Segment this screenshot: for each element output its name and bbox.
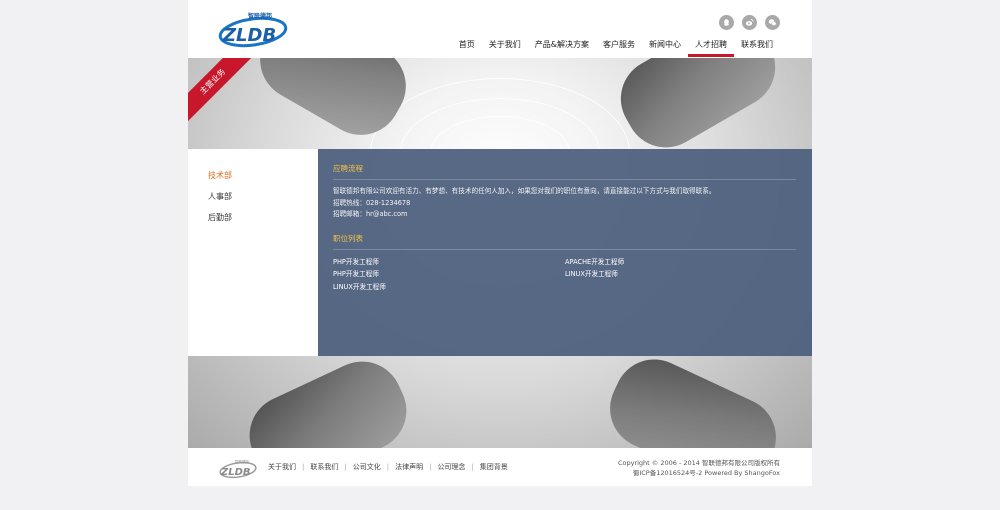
- footer-separator: |: [429, 463, 432, 471]
- department-sidebar: 技术部 人事部 后勤部: [188, 149, 318, 356]
- nav-contact[interactable]: 联系我们: [734, 38, 780, 58]
- email-text: 招聘邮箱：hr@abc.com: [333, 210, 408, 218]
- svg-text:ZLDB: ZLDB: [220, 467, 251, 478]
- weibo-icon[interactable]: [742, 15, 757, 30]
- footer-link-group[interactable]: 集团背景: [480, 462, 508, 472]
- footer-link-contact[interactable]: 联系我们: [310, 462, 338, 472]
- footer-link-culture[interactable]: 公司文化: [353, 462, 381, 472]
- footer-link-about[interactable]: 关于我们: [268, 462, 296, 472]
- job-link[interactable]: PHP开发工程师: [333, 256, 565, 269]
- sidebar-item-hr[interactable]: 人事部: [188, 190, 318, 211]
- icp-line: 蜀ICP备12016524号-2 Powered By ShangoFox: [632, 469, 780, 477]
- footer-separator: |: [471, 463, 474, 471]
- jobs-heading: 职位列表: [333, 233, 796, 250]
- footer-separator: |: [386, 463, 390, 471]
- nav-news[interactable]: 新闻中心: [642, 38, 688, 58]
- nav-home[interactable]: 首页: [452, 38, 482, 58]
- social-links: [719, 15, 780, 30]
- job-link[interactable]: LINUX开发工程师: [565, 268, 797, 281]
- footer-separator: |: [344, 463, 347, 471]
- svg-text:ZLDB: ZLDB: [222, 25, 276, 46]
- site-footer: ZLDB 智联德邦 关于我们 | 联系我们 | 公司文化 | 法律声明 | 公司…: [188, 448, 812, 486]
- footer-link-philosophy[interactable]: 公司理念: [437, 462, 465, 472]
- wechat-icon[interactable]: [765, 15, 780, 30]
- nav-about[interactable]: 关于我们: [482, 38, 528, 58]
- svg-text:智联德邦: 智联德邦: [248, 12, 272, 20]
- corner-ribbon[interactable]: 主营业务: [188, 58, 267, 136]
- nav-products[interactable]: 产品&解决方案: [528, 38, 596, 58]
- hand-image-bottom-right: [596, 346, 790, 448]
- job-list: PHP开发工程师 APACHE开发工程师 PHP开发工程师 LINUX开发工程师…: [333, 256, 796, 294]
- footer-links: 关于我们 | 联系我们 | 公司文化 | 法律声明 | 公司理念 | 集团背景: [268, 462, 508, 472]
- copyright-line: Copyright © 2006 - 2014 智联德邦有限公司版权所有: [617, 459, 780, 467]
- intro-text: 智联德邦有限公司欢迎有活力、有梦想、有技术的任何人加入，如果您对我们的职位有意向…: [333, 187, 716, 195]
- footer-logo[interactable]: ZLDB 智联德邦: [218, 457, 258, 479]
- main-nav: 首页 关于我们 产品&解决方案 客户服务 新闻中心 人才招聘 联系我们: [452, 38, 780, 58]
- nav-service[interactable]: 客户服务: [596, 38, 642, 58]
- hotline-text: 招聘热线：028-1234678: [333, 198, 411, 207]
- hand-image-bottom-left: [236, 348, 420, 448]
- site-header: ZLDB 智联德邦 首页 关于我们 产品&解决方案 客户服务 新闻中心 人才招聘…: [188, 0, 812, 58]
- job-link[interactable]: LINUX开发工程师: [333, 281, 565, 294]
- recruitment-info: 智联德邦有限公司欢迎有活力、有梦想、有技术的任何人加入，如果您对我们的职位有意向…: [333, 186, 796, 221]
- qq-icon[interactable]: [719, 15, 734, 30]
- nav-careers[interactable]: 人才招聘: [688, 38, 734, 58]
- process-heading: 应聘流程: [333, 163, 796, 180]
- svg-text:智联德邦: 智联德邦: [235, 459, 249, 464]
- copyright: Copyright © 2006 - 2014 智联德邦有限公司版权所有 蜀IC…: [618, 458, 780, 478]
- page-container: ZLDB 智联德邦 首页 关于我们 产品&解决方案 客户服务 新闻中心 人才招聘…: [188, 0, 812, 486]
- job-link[interactable]: PHP开发工程师: [333, 268, 565, 281]
- sidebar-item-logistics[interactable]: 后勤部: [188, 211, 318, 232]
- hand-image-top-right: [606, 58, 790, 162]
- sidebar-item-tech[interactable]: 技术部: [188, 169, 318, 190]
- company-logo[interactable]: ZLDB 智联德邦: [218, 8, 288, 50]
- footer-separator: |: [302, 463, 305, 471]
- job-link[interactable]: APACHE开发工程师: [565, 256, 797, 269]
- footer-link-legal[interactable]: 法律声明: [395, 462, 423, 472]
- recruitment-panel: 应聘流程 智联德邦有限公司欢迎有活力、有梦想、有技术的任何人加入，如果您对我们的…: [318, 149, 812, 356]
